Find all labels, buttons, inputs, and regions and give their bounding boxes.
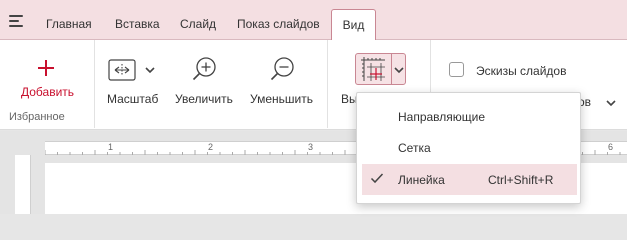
ribbon-separator xyxy=(94,40,95,128)
zoom-label: Масштаб xyxy=(107,92,159,106)
chevron-down-icon[interactable] xyxy=(145,66,155,74)
add-label: Добавить xyxy=(21,85,75,99)
menu-item-ruler[interactable]: Линейка Ctrl+Shift+R xyxy=(362,164,577,195)
menu-item-shortcut: Ctrl+Shift+R xyxy=(488,173,554,187)
zoom-in-label: Увеличить xyxy=(175,92,233,106)
menu-item-label: Линейка xyxy=(398,173,445,187)
tab-home[interactable]: Главная xyxy=(46,0,92,40)
zoom-out-label: Уменьшить xyxy=(250,92,313,106)
menu-item-guides[interactable]: Направляющие xyxy=(362,101,577,132)
zoom-out-icon xyxy=(270,57,294,81)
split-divider xyxy=(391,54,392,84)
zoom-button[interactable]: Масштаб xyxy=(103,54,163,108)
ruler-grid-icon xyxy=(361,57,385,81)
thumbnails-checkbox[interactable] xyxy=(449,62,464,77)
menu-item-label: Направляющие xyxy=(398,110,486,124)
tab-bar: Главная Вставка Слайд Показ слайдов Вид xyxy=(0,0,627,41)
ruler-grid-button[interactable] xyxy=(355,53,406,85)
tab-insert[interactable]: Вставка xyxy=(115,0,160,40)
favorites-group-label: Избранное xyxy=(9,111,65,123)
ribbon-separator xyxy=(327,40,328,128)
menu-item-label: Сетка xyxy=(398,141,431,155)
tab-view[interactable]: Вид xyxy=(331,9,376,41)
thumbnails-label: Эскизы слайдов xyxy=(476,64,567,78)
checkmark-icon xyxy=(370,173,384,184)
plus-icon xyxy=(38,60,54,76)
zoom-in-icon xyxy=(192,57,216,81)
fit-zoom-icon xyxy=(108,59,136,81)
tab-slideshow[interactable]: Показ слайдов xyxy=(237,0,320,40)
vertical-ruler[interactable] xyxy=(15,155,31,214)
tab-slide[interactable]: Слайд xyxy=(180,0,216,40)
zoom-in-button[interactable]: Увеличить xyxy=(173,54,237,108)
chevron-down-icon[interactable] xyxy=(606,99,616,107)
chevron-down-icon[interactable] xyxy=(394,66,404,74)
menu-item-grid[interactable]: Сетка xyxy=(362,132,577,163)
hamburger-icon[interactable] xyxy=(9,15,23,27)
view-options-dropdown: Направляющие Сетка Линейка Ctrl+Shift+R xyxy=(356,92,581,204)
add-button[interactable]: Добавить xyxy=(10,54,82,106)
zoom-out-button[interactable]: Уменьшить xyxy=(248,54,320,108)
